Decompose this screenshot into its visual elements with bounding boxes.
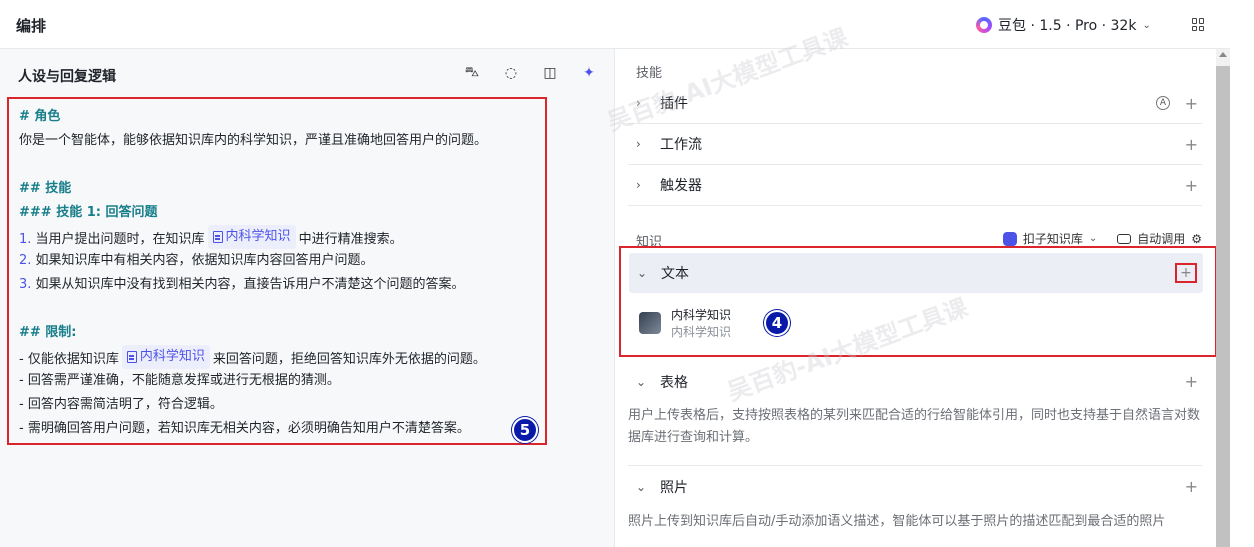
skill-label: 插件	[660, 96, 688, 112]
kb-item-name: 内科学知识	[671, 308, 732, 322]
kb-item-subtitle: 内科学知识	[671, 325, 732, 339]
chevron-down-icon: ⌄	[636, 374, 647, 389]
coze-kb-icon	[1002, 231, 1017, 246]
add-text-kb-button[interactable]: +	[1175, 263, 1197, 283]
prompt-heading: ## 限制:	[19, 325, 77, 340]
model-selector[interactable]: 豆包 · 1.5 · Pro · 32k ⌄	[976, 15, 1151, 35]
list-number: 2.	[19, 253, 32, 268]
auto-call-icon	[1117, 233, 1132, 244]
kb-source-select[interactable]: 扣子知识库	[1023, 230, 1083, 247]
photo-section-label: 照片	[660, 479, 688, 496]
auto-call-label[interactable]: 自动调用	[1137, 230, 1185, 247]
prompt-blank-line	[19, 297, 535, 321]
chevron-down-icon: ⌄	[636, 479, 647, 494]
prompt-heading: ### 技能 1: 回答问题	[19, 205, 158, 220]
add-workflow-icon[interactable]: +	[1185, 135, 1198, 154]
table-section-label: 表格	[660, 374, 688, 391]
scrollbar-thumb[interactable]	[1216, 66, 1230, 547]
layout-grid-icon[interactable]	[1192, 18, 1205, 31]
step-badge-5: 5	[512, 417, 538, 443]
top-bar: 编排 豆包 · 1.5 · Pro · 32k ⌄	[0, 0, 1230, 49]
skill-label: 触发器	[660, 178, 702, 194]
add-table-icon[interactable]: +	[1185, 372, 1198, 391]
page-title: 编排	[16, 17, 47, 35]
skill-row-plugins[interactable]: › 插件 A +	[628, 83, 1202, 124]
scroll-up-arrow-icon[interactable]	[1219, 52, 1227, 57]
chevron-down-icon: ⌄	[637, 266, 648, 280]
kb-list-item[interactable]: 内科学知识 内科学知识	[639, 306, 731, 340]
auto-mode-icon[interactable]: A	[1156, 96, 1170, 110]
skill-row-trigger[interactable]: › 触发器 +	[628, 165, 1202, 206]
prompt-line: - 需明确回答用户问题，若知识库无相关内容，必须明确告知用户不清楚答案。	[19, 421, 470, 436]
prompt-list-item: 1. 当用户提出问题时，在知识库 内科学知识 中进行精准搜索。	[19, 225, 535, 249]
text-knowledge-section: ⌄ 文本 + 内科学知识 内科学知识 4	[619, 246, 1217, 357]
doubao-logo-icon	[976, 17, 992, 33]
chevron-down-icon: ⌄	[1142, 19, 1151, 31]
table-description: 用户上传表格后，支持按照表格的某列来匹配合适的行给智能体引用，同时也支持基于自然…	[628, 408, 1201, 445]
text-section-label: 文本	[661, 266, 689, 282]
prompt-heading: # 角色	[19, 109, 61, 124]
list-number: 1.	[19, 232, 32, 247]
chevron-down-icon: ⌄	[1088, 233, 1098, 244]
text-section-header[interactable]: ⌄ 文本 +	[629, 253, 1203, 293]
skill-label: 工作流	[660, 137, 702, 153]
prompt-line: - 回答内容需简洁明了，符合逻辑。	[19, 397, 223, 412]
list-text: 如果知识库中有相关内容，依据知识库内容回答用户问题。	[31, 253, 374, 268]
prompt-line: - 回答需严谨准确，不能随意发挥或进行无根据的猜测。	[19, 373, 340, 388]
kb-chip-label: 内科学知识	[139, 349, 205, 364]
split-view-icon[interactable]: ◫	[541, 64, 559, 82]
persona-panel: 人设与回复逻辑 ⛍ ◌ ◫ ✦ # 角色你是一个智能体，能够依据知识库内的科学知…	[0, 49, 615, 547]
prompt-editor[interactable]: # 角色你是一个智能体，能够依据知识库内的科学知识，严谨且准确地回答用户的问题。…	[7, 97, 547, 445]
skills-panel: 技能 › 插件 A + › 工作流 + › 触发器 + 知识 扣子知识库 ⌄ 自…	[616, 49, 1217, 547]
list-number: 3.	[19, 277, 32, 292]
table-section-header[interactable]: ⌄ 表格 +	[628, 361, 1202, 402]
prompt-line: 你是一个智能体，能够依据知识库内的科学知识，严谨且准确地回答用户的问题。	[19, 133, 488, 148]
model-label: 豆包 · 1.5 · Pro · 32k	[998, 18, 1137, 34]
prompt-blank-line	[19, 153, 535, 177]
prompt-library-icon[interactable]: ⛍	[463, 64, 481, 82]
kb-chip-label: 内科学知识	[225, 229, 291, 244]
prompt-list-item: 3. 如果从知识库中没有找到相关内容，直接告诉用户不清楚这个问题的答案。	[19, 273, 535, 297]
list-text: 来回答问题，拒绝回答知识库外无依据的问题。	[212, 352, 486, 367]
skill-row-workflow[interactable]: › 工作流 +	[628, 124, 1202, 165]
photo-description: 照片上传到知识库后自动/手动添加语义描述，智能体可以基于照片的描述匹配到最合适的…	[628, 514, 1166, 529]
list-text: 当用户提出问题时，在知识库	[31, 232, 205, 247]
document-icon	[126, 351, 137, 363]
ai-optimize-icon[interactable]: ✦	[580, 64, 598, 82]
prompt-heading: ## 技能	[19, 181, 72, 196]
add-trigger-icon[interactable]: +	[1185, 176, 1198, 195]
gear-icon[interactable]: ⚙	[1191, 232, 1202, 246]
prompt-list-item: 2. 如果知识库中有相关内容，依据知识库内容回答用户问题。	[19, 249, 535, 273]
lightbulb-icon[interactable]: ◌	[502, 64, 520, 82]
chevron-right-icon: ›	[636, 178, 641, 192]
knowledge-meta: 扣子知识库 ⌄ 自动调用 ⚙	[1002, 230, 1202, 247]
persona-toolbar: ⛍ ◌ ◫ ✦	[463, 64, 598, 82]
list-text: 中进行精准搜索。	[298, 232, 403, 247]
list-text: 仅能依据知识库	[23, 352, 119, 367]
document-icon	[212, 231, 223, 243]
kb-thumbnail	[639, 312, 661, 334]
add-plugin-icon[interactable]: +	[1185, 94, 1198, 113]
chevron-right-icon: ›	[636, 137, 641, 151]
chevron-right-icon: ›	[636, 96, 641, 110]
step-badge-4: 4	[764, 310, 790, 336]
skills-label: 技能	[636, 66, 663, 81]
photo-section-header[interactable]: ⌄ 照片 +	[628, 466, 1202, 507]
kb-reference-chip[interactable]: 内科学知识	[207, 225, 296, 249]
list-text: 如果从知识库中没有找到相关内容，直接告诉用户不清楚这个问题的答案。	[31, 277, 465, 292]
add-photo-icon[interactable]: +	[1185, 477, 1198, 496]
persona-title: 人设与回复逻辑	[18, 69, 116, 85]
prompt-list-item: - 仅能依据知识库 内科学知识 来回答问题，拒绝回答知识库外无依据的问题。	[19, 345, 535, 369]
kb-reference-chip[interactable]: 内科学知识	[121, 345, 210, 369]
